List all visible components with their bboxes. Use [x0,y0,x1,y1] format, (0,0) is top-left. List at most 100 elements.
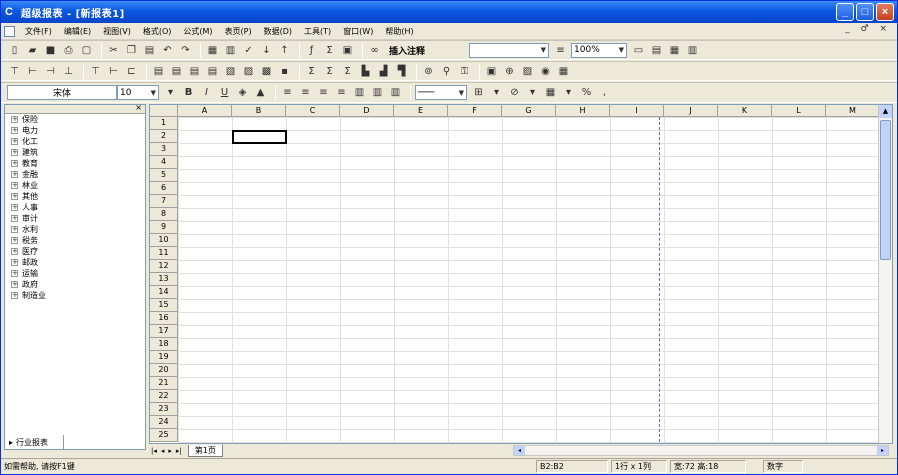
fill-color-icon[interactable]: ◈ [235,85,250,100]
chart-bar-icon[interactable]: ▙ [358,64,373,79]
justify-icon[interactable]: ≡ [334,85,349,100]
column-insert-icon[interactable]: ⊏ [124,64,139,79]
font-size-select[interactable]: 10 ▼ [117,85,159,100]
tree-item[interactable]: + 电力 [5,125,145,136]
cell-type-dropdown-icon[interactable]: ▾ [561,85,576,100]
layout-view-icon[interactable]: ▤ [649,43,664,58]
password-icon[interactable]: ⚲ [439,64,454,79]
filter-icon[interactable]: ⊤ [7,64,22,79]
picture-icon[interactable]: ▣ [340,43,355,58]
comment-dropdown[interactable]: ▼ [469,42,550,58]
italic-icon[interactable]: I [199,85,214,100]
row-header[interactable]: 17 [150,325,178,338]
row-header[interactable]: 25 [150,429,178,442]
bold-icon[interactable]: B [181,85,196,100]
border-style-icon[interactable]: ▨ [241,64,256,79]
lock-icon[interactable]: ⊚ [421,64,436,79]
cell-style-icon[interactable]: ▧ [223,64,238,79]
align-left-icon[interactable]: ≡ [280,85,295,100]
tree-item[interactable]: + 税务 [5,235,145,246]
row-header[interactable]: 2 [150,130,178,143]
menu-window[interactable]: 窗口(W) [337,26,379,37]
maximize-button[interactable]: □ [856,3,874,21]
tree-item[interactable]: + 审计 [5,213,145,224]
row-header[interactable]: 19 [150,351,178,364]
tree-item[interactable]: + 制造业 [5,290,145,301]
vertical-align-icon[interactable]: ▥ [370,85,385,100]
indent-icon[interactable]: ▥ [388,85,403,100]
grid-view-icon[interactable]: ▦ [667,43,682,58]
column-header[interactable]: E [394,105,448,117]
freeze-icon[interactable]: ⊥ [61,64,76,79]
undo-icon[interactable]: ↶ [160,43,175,58]
prev-sheet-icon[interactable]: ◂ [161,447,165,455]
row-header[interactable]: 10 [150,234,178,247]
close-button[interactable]: × [876,3,894,21]
print-icon[interactable]: ⎙ [61,43,76,58]
row-header[interactable]: 4 [150,156,178,169]
tree-item[interactable]: + 建筑 [5,147,145,158]
row-header[interactable]: 8 [150,208,178,221]
expand-icon[interactable]: + [11,182,18,189]
tree-item[interactable]: + 水利 [5,224,145,235]
next-sheet-icon[interactable]: ▸ [168,447,172,455]
font-color-icon[interactable]: ▲ [253,85,268,100]
row-header[interactable]: 11 [150,247,178,260]
horizontal-scrollbar[interactable]: ◂ ▸ [513,445,889,456]
menu-help[interactable]: 帮助(H) [379,26,419,37]
scroll-left-icon[interactable]: ◂ [514,446,525,455]
column-header[interactable]: G [502,105,556,117]
first-sheet-icon[interactable]: |◂ [151,447,157,455]
tab-industry-reports[interactable]: ▸ 行业报表 [4,435,64,450]
row-header[interactable]: 20 [150,364,178,377]
expand-icon[interactable]: + [11,204,18,211]
column-header[interactable]: M [826,105,880,117]
align-right-icon[interactable]: ≡ [316,85,331,100]
protect-icon[interactable]: ⚿ [457,64,472,79]
last-sheet-icon[interactable]: ▸| [176,447,182,455]
zoom-select[interactable]: 100% ▼ [571,42,628,58]
row-header[interactable]: 1 [150,117,178,130]
row-header[interactable]: 5 [150,169,178,182]
row-header[interactable]: 14 [150,286,178,299]
redo-icon[interactable]: ↷ [178,43,193,58]
color-icon[interactable]: ⊕ [502,64,517,79]
row-header[interactable]: 21 [150,377,178,390]
row-header[interactable]: 3 [150,143,178,156]
mdi-controls[interactable]: _ ♂ × [845,24,891,34]
cell-type-icon[interactable]: ▦ [543,85,558,100]
row-delete-icon[interactable]: ⊢ [106,64,121,79]
column-header[interactable]: A [178,105,232,117]
chart-pie-icon[interactable]: ▜ [394,64,409,79]
selected-cell[interactable] [232,130,287,144]
column-header[interactable]: J [664,105,718,117]
close-icon[interactable]: × [135,103,142,112]
vertical-scrollbar[interactable]: ▲ [878,105,892,443]
subtotal-icon[interactable]: Σ [322,64,337,79]
tree-item[interactable]: + 林业 [5,180,145,191]
expand-icon[interactable]: + [11,149,18,156]
slash-icon[interactable]: ⊘ [507,85,522,100]
menu-page[interactable]: 表页(P) [219,26,258,37]
line-style-select[interactable]: ─── ▼ [415,85,467,100]
select-all-corner[interactable] [150,105,178,117]
chart-line-icon[interactable]: ▟ [376,64,391,79]
comma-icon[interactable]: , [597,85,612,100]
tree-item[interactable]: + 医疗 [5,246,145,257]
new-file-icon[interactable]: ▯ [7,43,22,58]
table-format-icon[interactable]: ▣ [484,64,499,79]
minimize-button[interactable]: _ [836,3,854,21]
title-bar[interactable]: C 超级报表 - [新报表1] _ □ × [1,1,897,23]
row-header[interactable]: 16 [150,312,178,325]
align-bottom-icon[interactable]: ▤ [187,64,202,79]
row-header[interactable]: 24 [150,416,178,429]
expand-icon[interactable]: + [11,138,18,145]
copy-icon[interactable]: ❐ [124,43,139,58]
slash-dropdown-icon[interactable]: ▾ [525,85,540,100]
save-icon[interactable]: ■ [43,43,58,58]
row-header[interactable]: 12 [150,260,178,273]
check-icon[interactable]: ✓ [241,43,256,58]
function-wizard-icon[interactable]: Σ [322,43,337,58]
column-header[interactable]: B [232,105,286,117]
binoculars-icon[interactable]: ∞ [367,43,382,58]
